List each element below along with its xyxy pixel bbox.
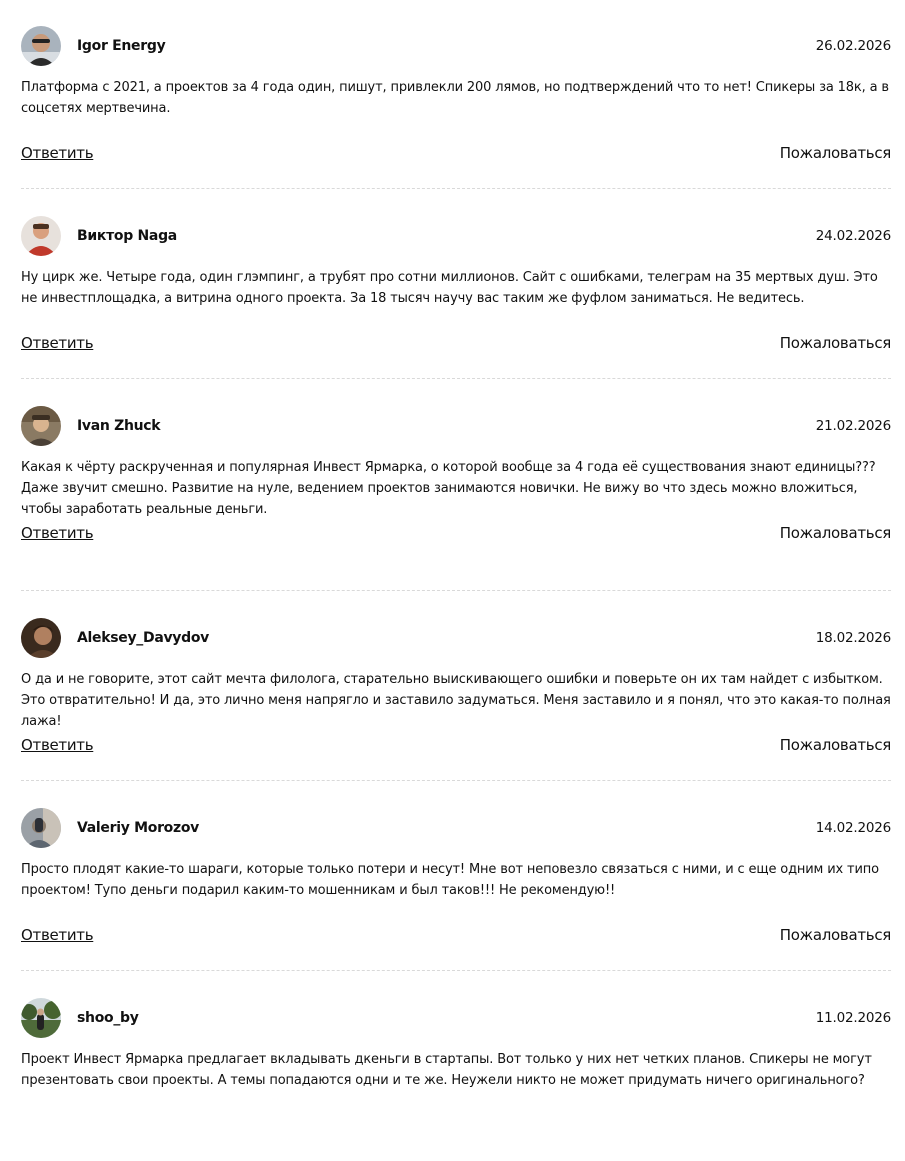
user-avatar-icon — [21, 618, 61, 658]
reply-button[interactable]: Ответить — [21, 334, 94, 352]
author-name[interactable]: Виктор Naga — [77, 228, 177, 244]
comment-header: Виктор Naga 24.02.2026 — [21, 216, 891, 256]
comment-date: 24.02.2026 — [815, 228, 891, 244]
comment-header: Igor Energy 26.02.2026 — [21, 26, 891, 66]
user-avatar-icon — [21, 216, 61, 256]
author-name[interactable]: Igor Energy — [77, 38, 166, 54]
complain-button[interactable]: Пожаловаться — [780, 524, 892, 542]
avatar[interactable] — [21, 26, 61, 66]
author-name[interactable]: Ivan Zhuck — [77, 418, 161, 434]
author-name[interactable]: Valeriy Morozov — [77, 820, 199, 836]
complain-button[interactable]: Пожаловаться — [780, 144, 892, 162]
complain-button[interactable]: Пожаловаться — [780, 926, 892, 944]
comments-list: Igor Energy 26.02.2026 Платформа с 2021,… — [0, 0, 905, 1161]
complain-button[interactable]: Пожаловаться — [780, 334, 892, 352]
avatar[interactable] — [21, 618, 61, 658]
comment-date: 14.02.2026 — [815, 820, 891, 836]
complain-button[interactable]: Пожаловаться — [780, 736, 892, 754]
comment-item: Ivan Zhuck 21.02.2026 Какая к чёрту раск… — [21, 380, 891, 591]
user-avatar-icon — [21, 406, 61, 446]
comment-text: Ну цирк же. Четыре года, один глэмпинг, … — [21, 270, 878, 306]
avatar[interactable] — [21, 406, 61, 446]
author-name[interactable]: shoo_by — [77, 1010, 139, 1026]
comment-actions: Ответить Пожаловаться — [21, 524, 891, 542]
author-name[interactable]: Aleksey_Davydov — [77, 630, 209, 646]
comment-actions: Ответить Пожаловаться — [21, 926, 891, 944]
reply-button[interactable]: Ответить — [21, 144, 94, 162]
comment-header: Valeriy Morozov 14.02.2026 — [21, 808, 891, 848]
avatar[interactable] — [21, 998, 61, 1038]
comment-item: Виктор Naga 24.02.2026 Ну цирк же. Четыр… — [21, 190, 891, 379]
avatar[interactable] — [21, 808, 61, 848]
comment-text: Проект Инвест Ярмарка предлагает вкладыв… — [21, 1052, 872, 1088]
comment-header: Aleksey_Davydov 18.02.2026 — [21, 618, 891, 658]
comment-date: 26.02.2026 — [815, 38, 891, 54]
comment-text: Какая к чёрту раскрученная и популярная … — [21, 460, 876, 517]
comment-date: 21.02.2026 — [815, 418, 891, 434]
comment-date: 11.02.2026 — [815, 1010, 891, 1026]
comment-header: shoo_by 11.02.2026 — [21, 998, 891, 1038]
user-avatar-icon — [21, 808, 61, 848]
comment-item: Aleksey_Davydov 18.02.2026 О да и не гов… — [21, 592, 891, 781]
comment-text: Просто плодят какие-то шараги, которые т… — [21, 862, 879, 898]
comment-header: Ivan Zhuck 21.02.2026 — [21, 406, 891, 446]
comment-text: О да и не говорите, этот сайт мечта фило… — [21, 672, 891, 729]
comment-item: Igor Energy 26.02.2026 Платформа с 2021,… — [21, 0, 891, 189]
reply-button[interactable]: Ответить — [21, 524, 94, 542]
reply-button[interactable]: Ответить — [21, 926, 94, 944]
user-avatar-icon — [21, 26, 61, 66]
reply-button[interactable]: Ответить — [21, 736, 94, 754]
user-avatar-icon — [21, 998, 61, 1038]
comment-date: 18.02.2026 — [815, 630, 891, 646]
comment-actions: Ответить Пожаловаться — [21, 334, 891, 352]
comment-item: Valeriy Morozov 14.02.2026 Просто плодят… — [21, 782, 891, 971]
comment-item: shoo_by 11.02.2026 Проект Инвест Ярмарка… — [21, 972, 891, 1161]
comment-text: Платформа с 2021, а проектов за 4 года о… — [21, 80, 889, 116]
comment-actions: Ответить Пожаловаться — [21, 736, 891, 754]
avatar[interactable] — [21, 216, 61, 256]
comment-actions: Ответить Пожаловаться — [21, 144, 891, 162]
